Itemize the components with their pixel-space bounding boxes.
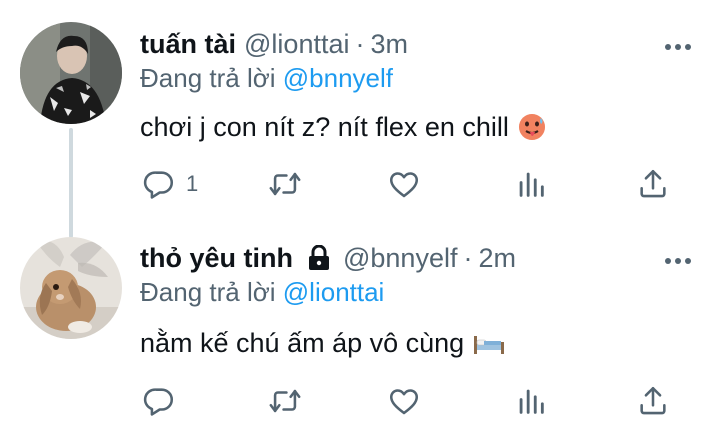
reply-button[interactable]: 1 xyxy=(142,166,198,202)
avatar-tho-yeu-tinh[interactable] xyxy=(20,237,122,339)
reply-icon xyxy=(142,384,176,418)
tweet-text: chơi j con nít z? nít flex en chill xyxy=(140,110,547,144)
analytics-icon xyxy=(514,384,548,418)
tweet-text-content: chơi j con nít z? nít flex en chill xyxy=(140,112,509,142)
share-button[interactable] xyxy=(636,166,670,202)
reply-mention-link[interactable]: @bnnyelf xyxy=(283,63,393,93)
retweet-button[interactable] xyxy=(268,166,302,202)
like-button[interactable] xyxy=(387,383,421,419)
like-icon xyxy=(387,384,421,418)
share-icon xyxy=(636,384,670,418)
tweet-2[interactable]: thỏ yêu tinh @bnnyelf · 2m Đang trả lời … xyxy=(0,226,720,427)
lock-icon xyxy=(307,245,331,271)
analytics-icon xyxy=(514,167,548,201)
username-handle[interactable]: @bnnyelf xyxy=(343,242,457,274)
share-button[interactable] xyxy=(636,383,670,419)
separator-dot: · xyxy=(355,29,365,59)
reply-button[interactable] xyxy=(142,383,186,419)
tweet-1[interactable]: tuấn tài @lionttai · 3m Đang trả lời @bn… xyxy=(0,0,720,238)
reply-count: 1 xyxy=(186,171,199,196)
display-name[interactable]: thỏ yêu tinh xyxy=(140,242,293,274)
retweet-icon xyxy=(268,384,302,418)
hot-face-emoji xyxy=(517,112,547,142)
separator-dot: · xyxy=(463,243,473,273)
avatar-tuan-tai[interactable] xyxy=(20,22,122,124)
like-button[interactable] xyxy=(387,166,421,202)
replying-to-prefix: Đang trả lời xyxy=(140,63,283,93)
bed-emoji xyxy=(472,330,506,356)
tweet-header: tuấn tài @lionttai · 3m xyxy=(140,28,408,60)
timestamp[interactable]: 3m xyxy=(370,28,408,60)
more-icon[interactable] xyxy=(664,39,692,50)
tweet-actions xyxy=(0,383,720,419)
analytics-button[interactable] xyxy=(514,383,548,419)
tweet-text: nằm kế chú ấm áp vô cùng xyxy=(140,326,506,360)
tweet-actions: 1 xyxy=(0,166,720,202)
replying-to: Đang trả lời @lionttai xyxy=(140,276,384,308)
more-icon[interactable] xyxy=(664,253,692,264)
reply-icon xyxy=(142,167,176,201)
display-name[interactable]: tuấn tài xyxy=(140,28,236,60)
retweet-icon xyxy=(268,167,302,201)
analytics-button[interactable] xyxy=(514,166,548,202)
replying-to-prefix: Đang trả lời xyxy=(140,277,283,307)
username-handle[interactable]: @lionttai xyxy=(244,28,349,60)
share-icon xyxy=(636,167,670,201)
retweet-button[interactable] xyxy=(268,383,302,419)
timestamp[interactable]: 2m xyxy=(478,242,516,274)
like-icon xyxy=(387,167,421,201)
reply-mention-link[interactable]: @lionttai xyxy=(283,277,385,307)
replying-to: Đang trả lời @bnnyelf xyxy=(140,62,393,94)
tweet-text-content: nằm kế chú ấm áp vô cùng xyxy=(140,328,465,358)
tweet-header: thỏ yêu tinh @bnnyelf · 2m xyxy=(140,242,516,274)
